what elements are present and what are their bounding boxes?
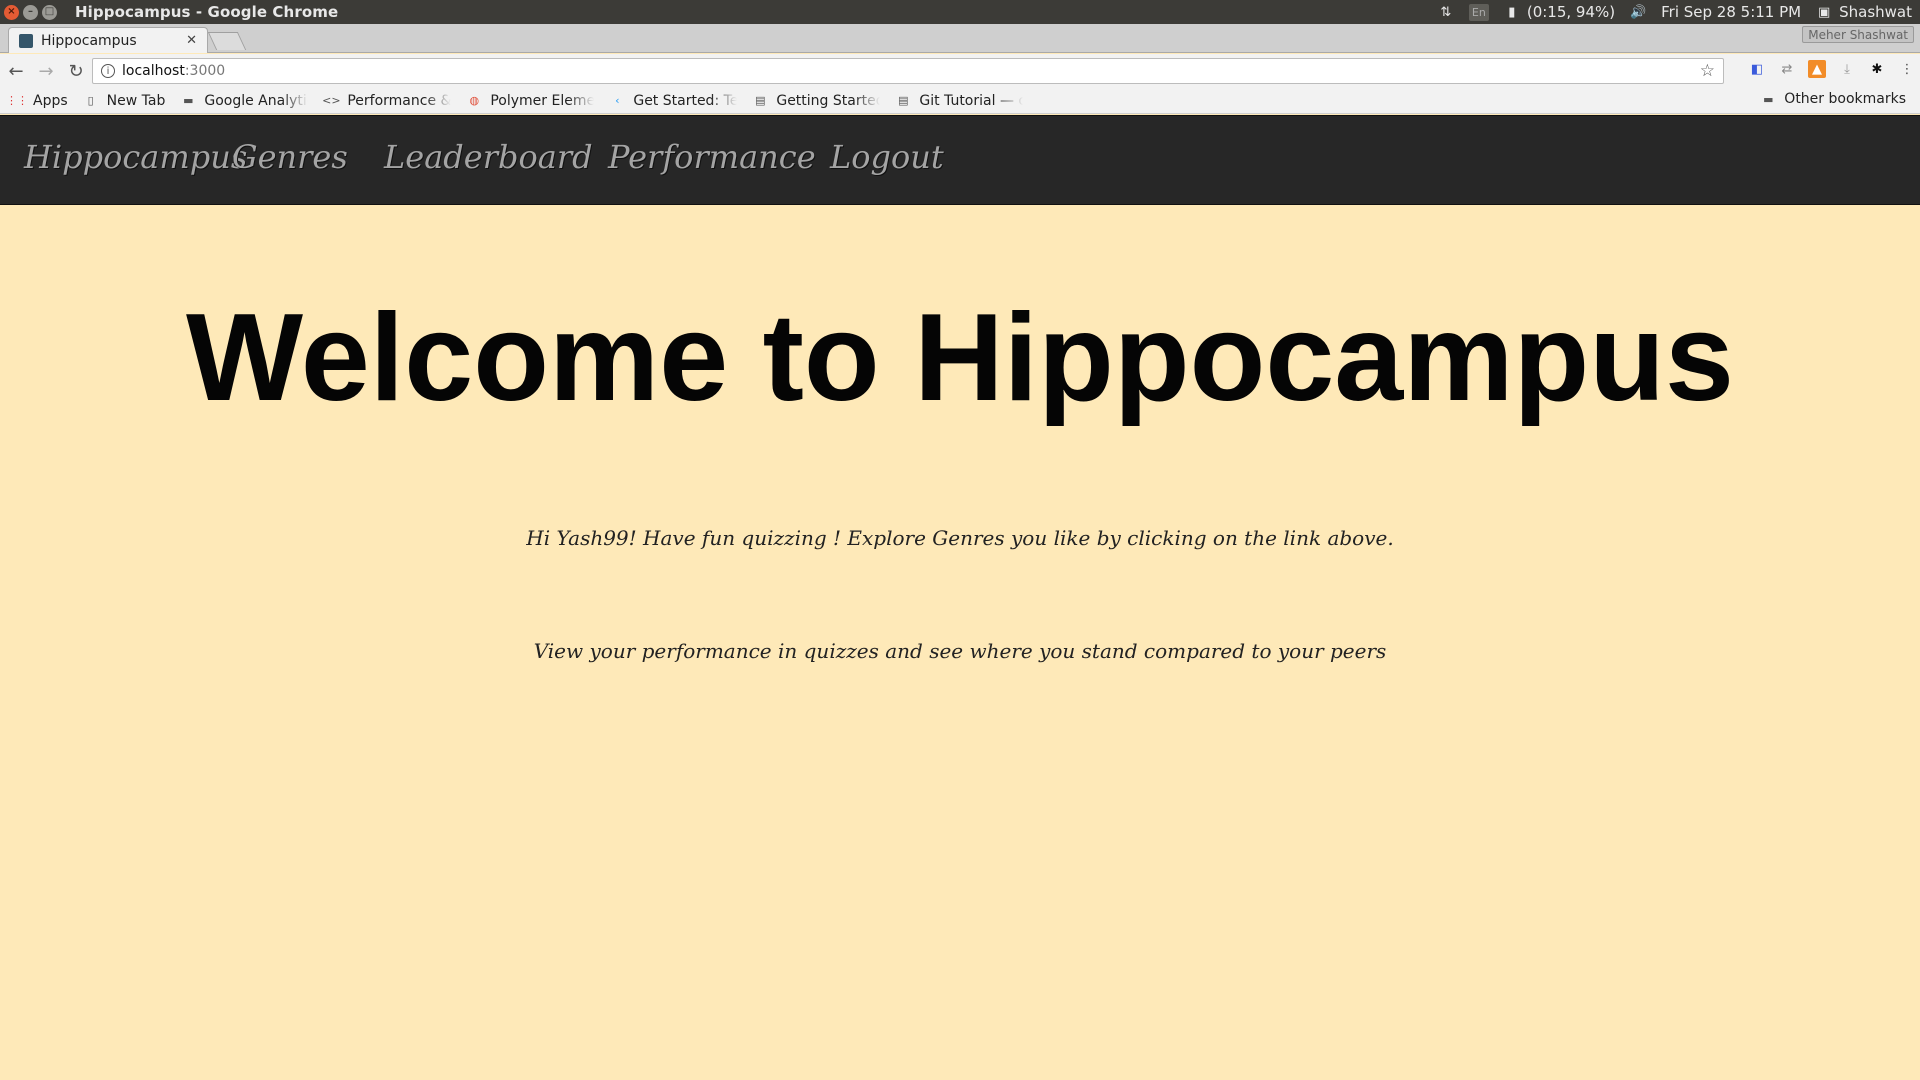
tab-title: Hippocampus (41, 32, 137, 49)
window-maximize-icon[interactable]: □ (42, 4, 57, 20)
bookmark-performance[interactable]: <> Performance & (322, 93, 451, 109)
browser-toolbar: ← → ↻ i localhost:3000 ☆ ◧ ⇄ ▲ ⤓ ✱ ⋮ (0, 54, 1920, 88)
doc-icon: ▤ (898, 94, 909, 107)
window-controls: × – □ (4, 4, 57, 20)
url-port: :3000 (184, 63, 226, 79)
extension-icons: ◧ ⇄ ▲ ⤓ ✱ ⋮ (1748, 60, 1916, 78)
extension-settings-icon[interactable]: ✱ (1868, 60, 1886, 78)
profile-badge[interactable]: Meher Shashwat (1802, 26, 1914, 43)
nav-link-genres[interactable]: Genres (232, 138, 348, 176)
window-close-icon[interactable]: × (4, 4, 19, 20)
page-icon: ▯ (87, 94, 94, 107)
tab-close-icon[interactable]: ✕ (186, 33, 197, 48)
battery-icon: ▮ (1508, 4, 1516, 20)
greeting-text: Hi Yash99! Have fun quizzing ! Explore G… (526, 526, 1394, 550)
favicon-icon (19, 33, 33, 48)
performance-text: View your performance in quizzes and see… (533, 639, 1387, 663)
bookmark-new-tab[interactable]: ▯ New Tab (84, 93, 166, 109)
url-host: localhost (122, 63, 185, 79)
nav-link-logout[interactable]: Logout (830, 138, 944, 176)
clock[interactable]: Fri Sep 28 5:11 PM (1661, 3, 1801, 21)
chrome-menu-icon[interactable]: ⋮ (1898, 60, 1916, 78)
polymer-icon: ◍ (469, 94, 480, 107)
user-icon: ▣ (1817, 4, 1831, 20)
os-top-bar: × – □ Hippocampus - Google Chrome ⇅ En ▮… (0, 0, 1920, 24)
extension-download-icon[interactable]: ⤓ (1838, 60, 1856, 78)
bookmark-get-started[interactable]: ‹ Get Started: Tes (610, 93, 737, 109)
extension-sync-icon[interactable]: ⇄ (1778, 60, 1796, 78)
welcome-heading: Welcome to Hippocampus (186, 289, 1734, 427)
window-title: Hippocampus - Google Chrome (75, 3, 339, 21)
forward-arrow-icon[interactable]: → (32, 57, 60, 85)
extension-reader-icon[interactable]: ◧ (1748, 60, 1766, 78)
folder-icon: ▬ (1763, 92, 1774, 106)
system-tray: ⇅ En ▮ (0:15, 94%) 🔊 Fri Sep 28 5:11 PM … (1437, 3, 1920, 21)
folder-icon: ▬ (183, 94, 194, 107)
bookmark-git-tutorial[interactable]: ▤ Git Tutorial — c (896, 93, 1023, 109)
tab-strip: Hippocampus ✕ Meher Shashwat (0, 24, 1920, 53)
apps-grid-icon: ⋮⋮ (6, 94, 28, 107)
nav-link-performance[interactable]: Performance (608, 138, 816, 176)
doc-icon: ▤ (755, 94, 766, 107)
battery-indicator[interactable]: ▮ (0:15, 94%) (1503, 3, 1615, 21)
nav-brand-hippocampus[interactable]: Hippocampus (24, 138, 247, 176)
window-minimize-icon[interactable]: – (23, 4, 38, 20)
bookmark-google-analytics[interactable]: ▬ Google Analytic (181, 93, 308, 109)
bookmark-getting-started[interactable]: ▤ Getting Started (753, 93, 880, 109)
volume-icon[interactable]: 🔊 (1629, 3, 1647, 21)
user-menu[interactable]: ▣ Shashwat (1815, 3, 1912, 21)
back-arrow-icon[interactable]: ← (2, 57, 30, 85)
bookmark-apps[interactable]: ⋮⋮ Apps (6, 93, 68, 109)
extension-orange-icon[interactable]: ▲ (1808, 60, 1826, 78)
nav-link-leaderboard[interactable]: Leaderboard (384, 138, 593, 176)
battery-status: (0:15, 94%) (1526, 3, 1616, 21)
bookmark-star-icon[interactable]: ☆ (1700, 61, 1715, 81)
flutter-icon: ‹ (615, 94, 620, 107)
network-icon[interactable]: ⇅ (1437, 3, 1455, 21)
bookmark-polymer-elements[interactable]: ◍ Polymer Elemen (467, 93, 595, 109)
app-navbar: Hippocampus Genres Leaderboard Performan… (0, 115, 1920, 205)
other-bookmarks[interactable]: ▬ Other bookmarks (1761, 91, 1906, 107)
reload-icon[interactable]: ↻ (62, 57, 90, 85)
address-bar[interactable]: i localhost:3000 ☆ (92, 58, 1724, 84)
new-tab-button[interactable] (207, 32, 247, 50)
user-name: Shashwat (1839, 3, 1912, 21)
code-icon: <> (322, 94, 341, 107)
site-info-icon[interactable]: i (101, 64, 115, 78)
browser-tab[interactable]: Hippocampus ✕ (8, 27, 208, 53)
bookmarks-bar: ⋮⋮ Apps ▯ New Tab ▬ Google Analytic <> P… (0, 88, 1920, 114)
keyboard-language-indicator[interactable]: En (1468, 3, 1489, 21)
